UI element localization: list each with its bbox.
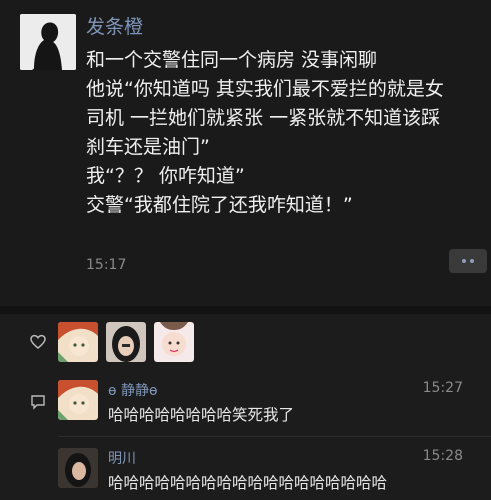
moment-post: 发条橙 和一个交警住同一个病房 没事闲聊 他说“你知道吗 其实我们最不爱拦的就是… <box>0 0 491 306</box>
liker-avatar[interactable] <box>106 322 146 362</box>
more-dots-icon <box>462 259 466 263</box>
comment-time: 15:28 <box>422 448 463 464</box>
liker-avatar[interactable] <box>58 322 98 362</box>
post-text-line: 司机 一拦她们就紧张 一紧张就不知道该踩 <box>86 107 441 129</box>
post-text-line: 刹车还是油门” <box>86 136 210 158</box>
comment-text[interactable]: 哈哈哈哈哈哈哈哈笑死我了 <box>108 403 294 425</box>
more-button[interactable] <box>449 249 487 273</box>
liker-avatar[interactable] <box>154 322 194 362</box>
commenter-avatar[interactable] <box>58 448 98 488</box>
comments-section: ɵ 静静ɵ 15:27 哈哈哈哈哈哈哈哈笑死我了 明川 15:28 哈哈哈哈哈哈… <box>0 372 491 500</box>
divider <box>58 436 491 437</box>
author-avatar[interactable] <box>20 14 76 70</box>
post-text-line: 交警“我都住院了还我咋知道！” <box>86 194 353 216</box>
post-text-line: 他说“你知道吗 其实我们最不爱拦的就是女 <box>86 78 444 100</box>
comment-time: 15:27 <box>422 380 463 396</box>
post-text: 和一个交警住同一个病房 没事闲聊 他说“你知道吗 其实我们最不爱拦的就是女 司机… <box>86 46 481 220</box>
more-dots-icon <box>470 259 474 263</box>
commenter-name[interactable]: ɵ 静静ɵ <box>108 380 158 400</box>
commenter-avatar[interactable] <box>58 380 98 420</box>
likes-section <box>0 314 491 372</box>
author-name[interactable]: 发条橙 <box>86 12 143 39</box>
post-time: 15:17 <box>86 257 127 273</box>
commenter-name[interactable]: 明川 <box>108 448 136 468</box>
comment-icon <box>31 395 45 410</box>
heart-icon <box>30 334 46 349</box>
post-text-line: 和一个交警住同一个病房 没事闲聊 <box>86 49 378 71</box>
comment-text[interactable]: 哈哈哈哈哈哈哈哈哈哈哈哈哈哈哈哈哈哈 <box>108 471 387 493</box>
post-text-line: 我“？？ 你咋知道” <box>86 165 245 187</box>
